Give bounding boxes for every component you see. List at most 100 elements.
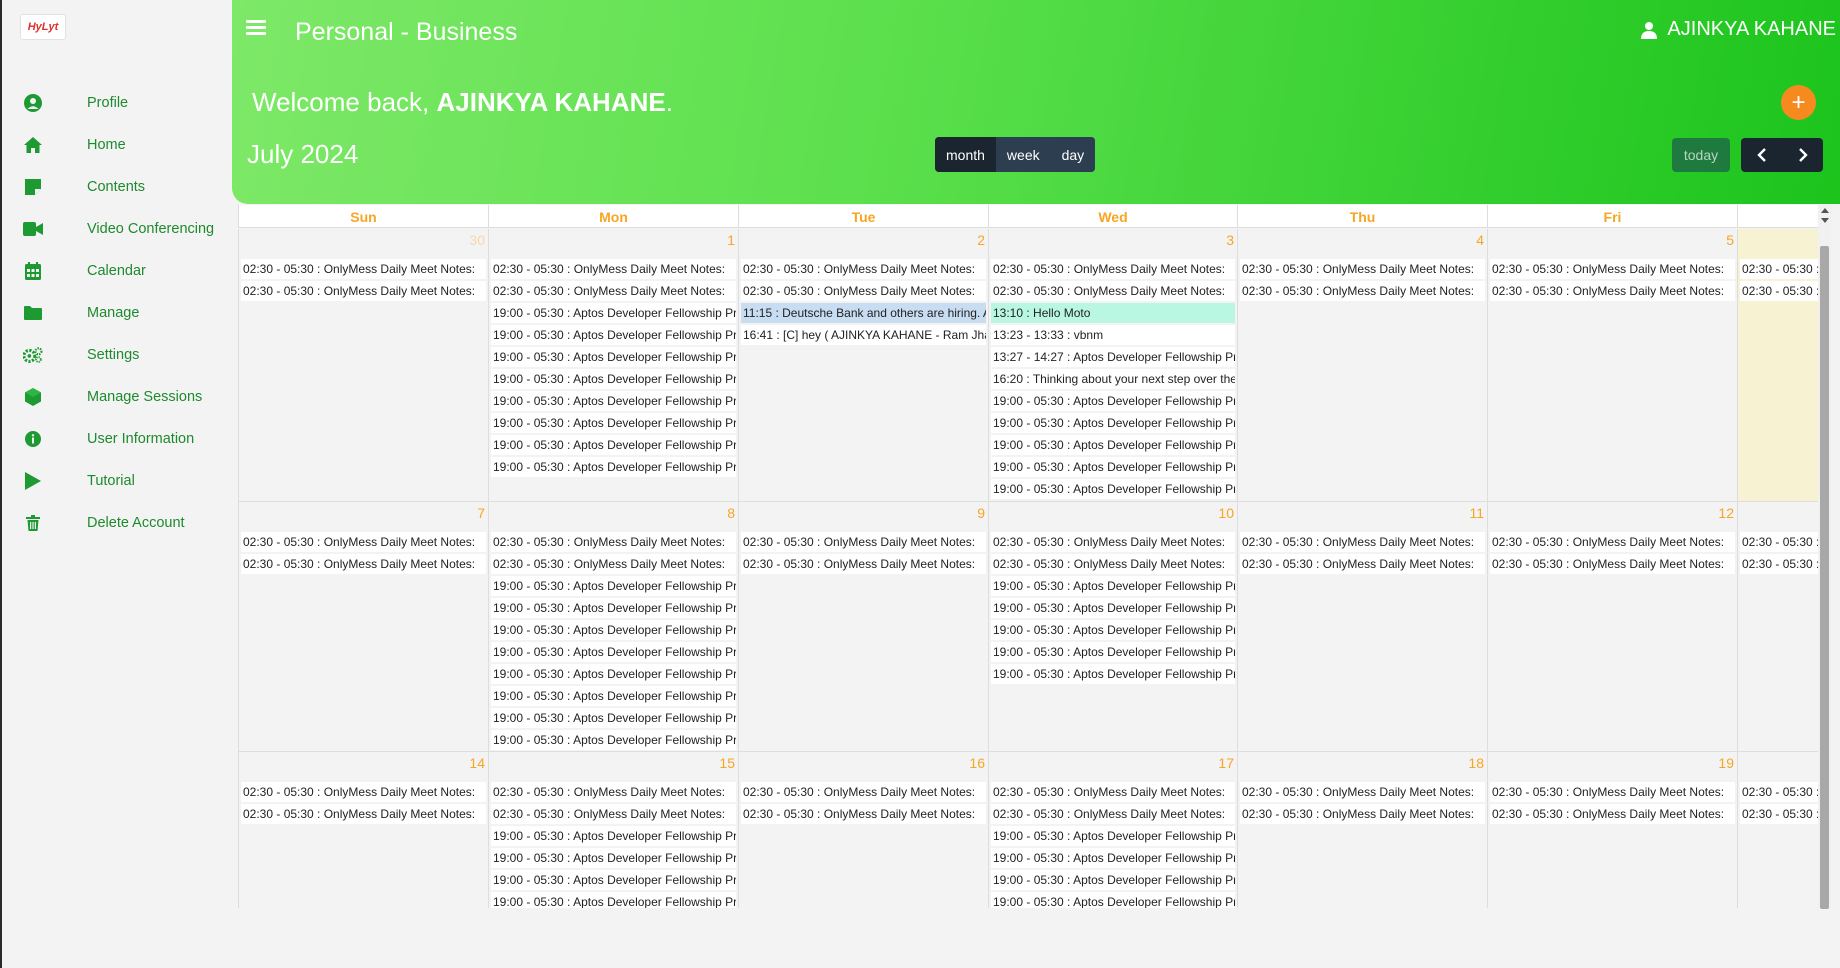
day-number[interactable]: 11 bbox=[1469, 505, 1484, 521]
calendar-day-cell[interactable]: 8 02:30 - 05:30 : OnlyMess Daily Meet Not… bbox=[488, 502, 738, 752]
view-week-button[interactable]: week bbox=[995, 137, 1051, 172]
calendar-day-cell[interactable]: 15 02:30 - 05:30 : OnlyMess Daily Meet No… bbox=[488, 752, 738, 908]
calendar-event[interactable]: 02:30 - 05:30 : OnlyMess Daily Meet Note… bbox=[1240, 259, 1485, 279]
calendar-event[interactable]: 19:00 - 05:30 : Aptos Developer Fellowsh… bbox=[991, 642, 1235, 662]
calendar-scrollbar[interactable] bbox=[1818, 205, 1831, 909]
calendar-event[interactable]: 19:00 - 05:30 : Aptos Developer Fellowsh… bbox=[991, 892, 1235, 908]
sidebar-item-profile[interactable]: Profile bbox=[2, 89, 234, 117]
calendar-event[interactable]: 02:30 - 05:30 : OnlyMess Daily Meet Note… bbox=[241, 259, 486, 279]
calendar-event[interactable]: 11:15 : Deutsche Bank and others are hir… bbox=[741, 303, 986, 323]
calendar-day-cell[interactable]: 2 02:30 - 05:30 : OnlyMess Daily Meet Not… bbox=[738, 229, 988, 502]
calendar-event[interactable]: 02:30 - 05:30 : OnlyMess Daily Meet Note… bbox=[991, 804, 1235, 824]
view-day-button[interactable]: day bbox=[1050, 137, 1096, 172]
calendar-event[interactable]: 19:00 - 05:30 : Aptos Developer Fellowsh… bbox=[991, 870, 1235, 890]
calendar-day-cell[interactable]: 7 02:30 - 05:30 : OnlyMess Daily Meet Not… bbox=[238, 502, 488, 752]
day-number[interactable]: 8 bbox=[727, 505, 735, 521]
sidebar-item-tutorial[interactable]: Tutorial bbox=[2, 467, 234, 495]
calendar-event[interactable]: 02:30 - 05:30 : OnlyMess Daily Meet Note… bbox=[1740, 259, 1818, 279]
calendar-event[interactable]: 02:30 - 05:30 : OnlyMess Daily Meet Note… bbox=[1490, 532, 1735, 552]
calendar-event[interactable]: 02:30 - 05:30 : OnlyMess Daily Meet Note… bbox=[241, 554, 486, 574]
calendar-event[interactable]: 02:30 - 05:30 : OnlyMess Daily Meet Note… bbox=[241, 281, 486, 301]
calendar-day-cell[interactable]: 2002:30 - 05:30 : OnlyMess Daily Meet No… bbox=[1737, 752, 1818, 908]
calendar-event[interactable]: 02:30 - 05:30 : OnlyMess Daily Meet Note… bbox=[1240, 804, 1485, 824]
calendar-day-cell[interactable]: 4 02:30 - 05:30 : OnlyMess Daily Meet Not… bbox=[1237, 229, 1487, 502]
day-number[interactable]: 16 bbox=[969, 755, 985, 771]
calendar-event[interactable]: 02:30 - 05:30 : OnlyMess Daily Meet Note… bbox=[991, 259, 1235, 279]
calendar-event[interactable]: 19:00 - 05:30 : Aptos Developer Fellowsh… bbox=[491, 730, 736, 750]
calendar-event[interactable]: 19:00 - 05:30 : Aptos Developer Fellowsh… bbox=[491, 642, 736, 662]
calendar-event[interactable]: 02:30 - 05:30 : OnlyMess Daily Meet Note… bbox=[1240, 782, 1485, 802]
calendar-event[interactable]: 19:00 - 05:30 : Aptos Developer Fellowsh… bbox=[491, 598, 736, 618]
calendar-event[interactable]: 13:23 - 13:33 : vbnm bbox=[991, 325, 1235, 345]
calendar-event[interactable]: 02:30 - 05:30 : OnlyMess Daily Meet Note… bbox=[741, 259, 986, 279]
add-event-button[interactable]: + bbox=[1781, 85, 1816, 120]
calendar-day-cell[interactable]: 18 02:30 - 05:30 : OnlyMess Daily Meet No… bbox=[1237, 752, 1487, 908]
app-logo[interactable]: HyLyt bbox=[20, 14, 66, 40]
calendar-event[interactable]: 16:41 : [C] hey ( AJINKYA KAHANE - Ram J… bbox=[741, 325, 986, 345]
calendar-day-cell[interactable]: 12 02:30 - 05:30 : OnlyMess Daily Meet No… bbox=[1487, 502, 1737, 752]
calendar-event[interactable]: 02:30 - 05:30 : OnlyMess Daily Meet Note… bbox=[991, 532, 1235, 552]
day-number[interactable]: 12 bbox=[1718, 505, 1734, 521]
calendar-day-cell[interactable]: 1302:30 - 05:30 : OnlyMess Daily Meet No… bbox=[1737, 502, 1818, 752]
day-number[interactable]: 17 bbox=[1218, 755, 1234, 771]
calendar-event[interactable]: 02:30 - 05:30 : OnlyMess Daily Meet Note… bbox=[1740, 554, 1818, 574]
scroll-thumb[interactable] bbox=[1820, 246, 1829, 909]
calendar-event[interactable]: 02:30 - 05:30 : OnlyMess Daily Meet Note… bbox=[1490, 804, 1735, 824]
calendar-event[interactable]: 02:30 - 05:30 : OnlyMess Daily Meet Note… bbox=[491, 554, 736, 574]
scroll-down-arrow-icon[interactable] bbox=[1818, 218, 1831, 228]
calendar-event[interactable]: 02:30 - 05:30 : OnlyMess Daily Meet Note… bbox=[241, 804, 486, 824]
calendar-event[interactable]: 02:30 - 05:30 : OnlyMess Daily Meet Note… bbox=[1490, 554, 1735, 574]
calendar-event[interactable]: 02:30 - 05:30 : OnlyMess Daily Meet Note… bbox=[491, 782, 736, 802]
calendar-event[interactable]: 02:30 - 05:30 : OnlyMess Daily Meet Note… bbox=[1740, 804, 1818, 824]
calendar-event[interactable]: 02:30 - 05:30 : OnlyMess Daily Meet Note… bbox=[491, 281, 736, 301]
calendar-event[interactable]: 02:30 - 05:30 : OnlyMess Daily Meet Note… bbox=[991, 554, 1235, 574]
calendar-day-cell[interactable]: 17 02:30 - 05:30 : OnlyMess Daily Meet No… bbox=[988, 752, 1237, 908]
calendar-event[interactable]: 02:30 - 05:30 : OnlyMess Daily Meet Note… bbox=[741, 554, 986, 574]
sidebar-item-user-information[interactable]: User Information bbox=[2, 425, 234, 453]
calendar-event[interactable]: 19:00 - 05:30 : Aptos Developer Fellowsh… bbox=[491, 848, 736, 868]
calendar-event[interactable]: 19:00 - 05:30 : Aptos Developer Fellowsh… bbox=[491, 620, 736, 640]
calendar-event[interactable]: 13:27 - 14:27 : Aptos Developer Fellowsh… bbox=[991, 347, 1235, 367]
day-number[interactable]: 10 bbox=[1218, 505, 1234, 521]
calendar-event[interactable]: 19:00 - 05:30 : Aptos Developer Fellowsh… bbox=[491, 457, 736, 477]
sidebar-item-home[interactable]: Home bbox=[2, 131, 234, 159]
calendar-event[interactable]: 02:30 - 05:30 : OnlyMess Daily Meet Note… bbox=[491, 532, 736, 552]
calendar-day-cell[interactable]: 5 02:30 - 05:30 : OnlyMess Daily Meet Not… bbox=[1487, 229, 1737, 502]
calendar-event[interactable]: 02:30 - 05:30 : OnlyMess Daily Meet Note… bbox=[1490, 259, 1735, 279]
day-number[interactable]: 7 bbox=[477, 505, 485, 521]
sidebar-item-settings[interactable]: Settings bbox=[2, 341, 234, 369]
calendar-event[interactable]: 02:30 - 05:30 : OnlyMess Daily Meet Note… bbox=[991, 782, 1235, 802]
calendar-event[interactable]: 02:30 - 05:30 : OnlyMess Daily Meet Note… bbox=[741, 804, 986, 824]
calendar-event[interactable]: 02:30 - 05:30 : OnlyMess Daily Meet Note… bbox=[241, 532, 486, 552]
sidebar-item-manage[interactable]: Manage bbox=[2, 299, 234, 327]
calendar-event[interactable]: 19:00 - 05:30 : Aptos Developer Fellowsh… bbox=[491, 325, 736, 345]
calendar-event[interactable]: 19:00 - 05:30 : Aptos Developer Fellowsh… bbox=[491, 870, 736, 890]
view-month-button[interactable]: month bbox=[935, 137, 996, 172]
day-number[interactable]: 19 bbox=[1718, 755, 1734, 771]
calendar-day-cell[interactable]: 16 02:30 - 05:30 : OnlyMess Daily Meet No… bbox=[738, 752, 988, 908]
calendar-event[interactable]: 19:00 - 05:30 : Aptos Developer Fellowsh… bbox=[991, 479, 1235, 499]
menu-icon[interactable] bbox=[246, 20, 266, 36]
calendar-event[interactable]: 19:00 - 05:30 : Aptos Developer Fellowsh… bbox=[991, 620, 1235, 640]
user-menu[interactable]: AJINKYA KAHANE bbox=[1641, 18, 1836, 41]
calendar-event[interactable]: 02:30 - 05:30 : OnlyMess Daily Meet Note… bbox=[491, 804, 736, 824]
calendar-event[interactable]: 19:00 - 05:30 : Aptos Developer Fellowsh… bbox=[491, 686, 736, 706]
calendar-event[interactable]: 02:30 - 05:30 : OnlyMess Daily Meet Note… bbox=[1490, 281, 1735, 301]
calendar-day-cell[interactable]: 9 02:30 - 05:30 : OnlyMess Daily Meet Not… bbox=[738, 502, 988, 752]
day-number[interactable]: 14 bbox=[469, 755, 485, 771]
calendar-event[interactable]: 02:30 - 05:30 : OnlyMess Daily Meet Note… bbox=[741, 532, 986, 552]
calendar-day-cell[interactable]: 10 02:30 - 05:30 : OnlyMess Daily Meet No… bbox=[988, 502, 1237, 752]
calendar-event[interactable]: 19:00 - 05:30 : Aptos Developer Fellowsh… bbox=[991, 435, 1235, 455]
calendar-event[interactable]: 02:30 - 05:30 : OnlyMess Daily Meet Note… bbox=[1740, 782, 1818, 802]
calendar-event[interactable]: 19:00 - 05:30 : Aptos Developer Fellowsh… bbox=[991, 826, 1235, 846]
sidebar-item-contents[interactable]: Contents bbox=[2, 173, 234, 201]
calendar-day-cell[interactable]: 602:30 - 05:30 : OnlyMess Daily Meet Not… bbox=[1737, 229, 1818, 502]
next-month-button[interactable] bbox=[1782, 138, 1823, 172]
calendar-event[interactable]: 19:00 - 05:30 : Aptos Developer Fellowsh… bbox=[491, 826, 736, 846]
calendar-event[interactable]: 19:00 - 05:30 : Aptos Developer Fellowsh… bbox=[491, 413, 736, 433]
calendar-event[interactable]: 19:00 - 05:30 : Aptos Developer Fellowsh… bbox=[491, 576, 736, 596]
calendar-day-cell[interactable]: 19 02:30 - 05:30 : OnlyMess Daily Meet No… bbox=[1487, 752, 1737, 908]
calendar-event[interactable]: 19:00 - 05:30 : Aptos Developer Fellowsh… bbox=[491, 664, 736, 684]
calendar-day-cell[interactable]: 30 02:30 - 05:30 : OnlyMess Daily Meet No… bbox=[238, 229, 488, 502]
day-number[interactable]: 18 bbox=[1468, 755, 1484, 771]
